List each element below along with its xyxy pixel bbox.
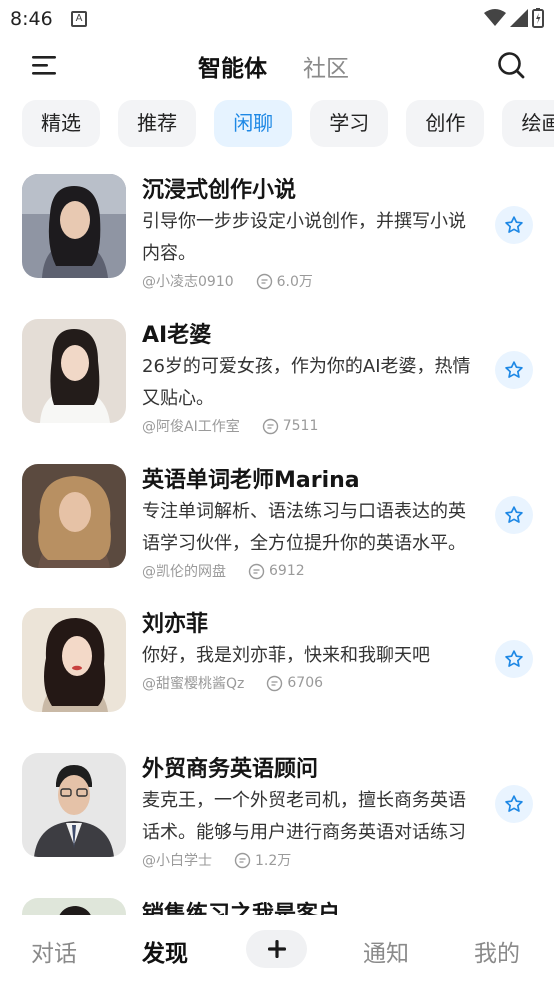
item-title: 销售练习之我是客户 bbox=[142, 902, 341, 915]
agent-list: 沉浸式创作小说 引导你一步步设定小说创作，并撰写小说内容。 @小凌志0910 6… bbox=[0, 160, 554, 915]
nav-notifications[interactable]: 通知 bbox=[363, 934, 409, 968]
list-item[interactable]: 沉浸式创作小说 引导你一步步设定小说创作，并撰写小说内容。 @小凌志0910 6… bbox=[0, 160, 554, 292]
search-button[interactable] bbox=[496, 50, 526, 80]
chip-learning[interactable]: 学习 bbox=[310, 100, 389, 147]
item-meta: @小凌志0910 6.0万 bbox=[142, 271, 313, 291]
nav-chat[interactable]: 对话 bbox=[31, 934, 77, 968]
chat-bubble-icon bbox=[267, 675, 283, 691]
item-meta: @甜蜜樱桃酱Qz 6706 bbox=[142, 673, 323, 693]
notification-icon: A bbox=[71, 11, 87, 27]
item-title: 外贸商务英语顾问 bbox=[142, 757, 319, 782]
item-description: 26岁的可爱女孩，作为你的AI老婆，热情又贴心。 bbox=[142, 356, 471, 409]
plus-icon bbox=[267, 940, 286, 958]
item-chat-count: 6.0万 bbox=[256, 271, 313, 291]
top-navigation: 智能体 社区 bbox=[0, 40, 554, 90]
favorite-button[interactable] bbox=[495, 640, 533, 678]
item-author: @小凌志0910 bbox=[142, 274, 234, 290]
search-icon bbox=[498, 52, 525, 79]
star-icon bbox=[505, 506, 523, 523]
list-item[interactable]: 刘亦菲 你好，我是刘亦菲，快来和我聊天吧 @甜蜜樱桃酱Qz 6706 bbox=[0, 594, 554, 726]
nav-discover[interactable]: 发现 bbox=[142, 934, 188, 968]
chip-featured[interactable]: 精选 bbox=[22, 100, 100, 147]
item-chat-count: 6706 bbox=[266, 675, 323, 692]
item-title: 沉浸式创作小说 bbox=[142, 178, 297, 203]
item-meta: @凯伦的网盘 6912 bbox=[142, 561, 305, 581]
item-count-value: 6.0万 bbox=[276, 274, 313, 290]
avatar bbox=[22, 608, 126, 712]
item-description: 你好，我是刘亦菲，快来和我聊天吧 bbox=[142, 645, 430, 666]
menu-button[interactable] bbox=[30, 52, 58, 78]
signal-icon bbox=[510, 9, 528, 27]
avatar bbox=[22, 174, 126, 278]
item-author: @凯伦的网盘 bbox=[142, 564, 226, 580]
star-icon bbox=[505, 216, 523, 233]
star-icon bbox=[505, 650, 523, 667]
favorite-button[interactable] bbox=[495, 785, 533, 823]
item-meta: @小白学士 1.2万 bbox=[142, 850, 291, 870]
avatar bbox=[22, 898, 126, 915]
item-chat-count: 1.2万 bbox=[234, 850, 291, 870]
avatar bbox=[22, 319, 126, 423]
item-author: @阿俊AI工作室 bbox=[142, 419, 240, 435]
item-count-value: 7511 bbox=[282, 418, 319, 434]
chat-bubble-icon bbox=[262, 418, 278, 434]
system-icons bbox=[484, 8, 544, 28]
status-time: 8:46 bbox=[10, 8, 53, 30]
item-chat-count: 7511 bbox=[262, 418, 319, 435]
create-button[interactable] bbox=[246, 930, 307, 968]
star-icon bbox=[505, 795, 523, 812]
star-icon bbox=[505, 361, 523, 378]
item-author: @小白学士 bbox=[142, 853, 212, 869]
item-count-value: 6912 bbox=[269, 563, 305, 579]
avatar bbox=[22, 464, 126, 568]
wifi-icon bbox=[484, 9, 506, 26]
chat-bubble-icon bbox=[234, 852, 251, 868]
favorite-button[interactable] bbox=[495, 496, 533, 534]
item-description: 引导你一步步设定小说创作，并撰写小说内容。 bbox=[142, 211, 466, 264]
item-count-value: 6706 bbox=[287, 675, 324, 691]
favorite-button[interactable] bbox=[495, 351, 533, 389]
nav-mine[interactable]: 我的 bbox=[474, 934, 520, 968]
status-bar: 8:46 A bbox=[0, 0, 554, 40]
chat-bubble-icon bbox=[256, 273, 272, 289]
chat-bubble-icon bbox=[248, 563, 265, 579]
avatar bbox=[22, 753, 126, 857]
list-item[interactable]: 销售练习之我是客户 bbox=[0, 884, 554, 915]
item-chat-count: 6912 bbox=[248, 563, 305, 580]
item-description: 麦克王，一个外贸老司机，擅长商务英语话术。能够与用户进行商务英语对话练习 bbox=[142, 790, 466, 843]
list-item[interactable]: 外贸商务英语顾问 麦克王，一个外贸老司机，擅长商务英语话术。能够与用户进行商务英… bbox=[0, 739, 554, 871]
item-author: @甜蜜樱桃酱Qz bbox=[142, 676, 245, 692]
list-item[interactable]: AI老婆 26岁的可爱女孩，作为你的AI老婆，热情又贴心。 @阿俊AI工作室 7… bbox=[0, 305, 554, 437]
favorite-button[interactable] bbox=[495, 206, 533, 244]
category-chips: 精选 推荐 闲聊 学习 创作 绘画 bbox=[22, 100, 554, 148]
chip-recommended[interactable]: 推荐 bbox=[118, 100, 197, 147]
battery-icon bbox=[532, 8, 544, 28]
tab-community[interactable]: 社区 bbox=[303, 49, 349, 83]
bottom-navigation: 对话 发现 通知 我的 bbox=[0, 915, 554, 984]
item-title: 刘亦菲 bbox=[142, 612, 209, 637]
menu-icon bbox=[32, 56, 56, 75]
tab-agents[interactable]: 智能体 bbox=[198, 49, 267, 83]
chip-painting[interactable]: 绘画 bbox=[502, 100, 554, 147]
list-item[interactable]: 英语单词老师Marina 专注单词解析、语法练习与口语表达的英语学习伙伴，全方位… bbox=[0, 450, 554, 582]
item-title: AI老婆 bbox=[142, 323, 212, 348]
item-title: 英语单词老师Marina bbox=[142, 468, 360, 493]
item-description: 专注单词解析、语法练习与口语表达的英语学习伙伴，全方位提升你的英语水平。 bbox=[142, 501, 466, 554]
item-meta: @阿俊AI工作室 7511 bbox=[142, 416, 318, 436]
chip-chat[interactable]: 闲聊 bbox=[214, 100, 293, 147]
chip-creation[interactable]: 创作 bbox=[406, 100, 485, 147]
item-count-value: 1.2万 bbox=[255, 853, 292, 869]
